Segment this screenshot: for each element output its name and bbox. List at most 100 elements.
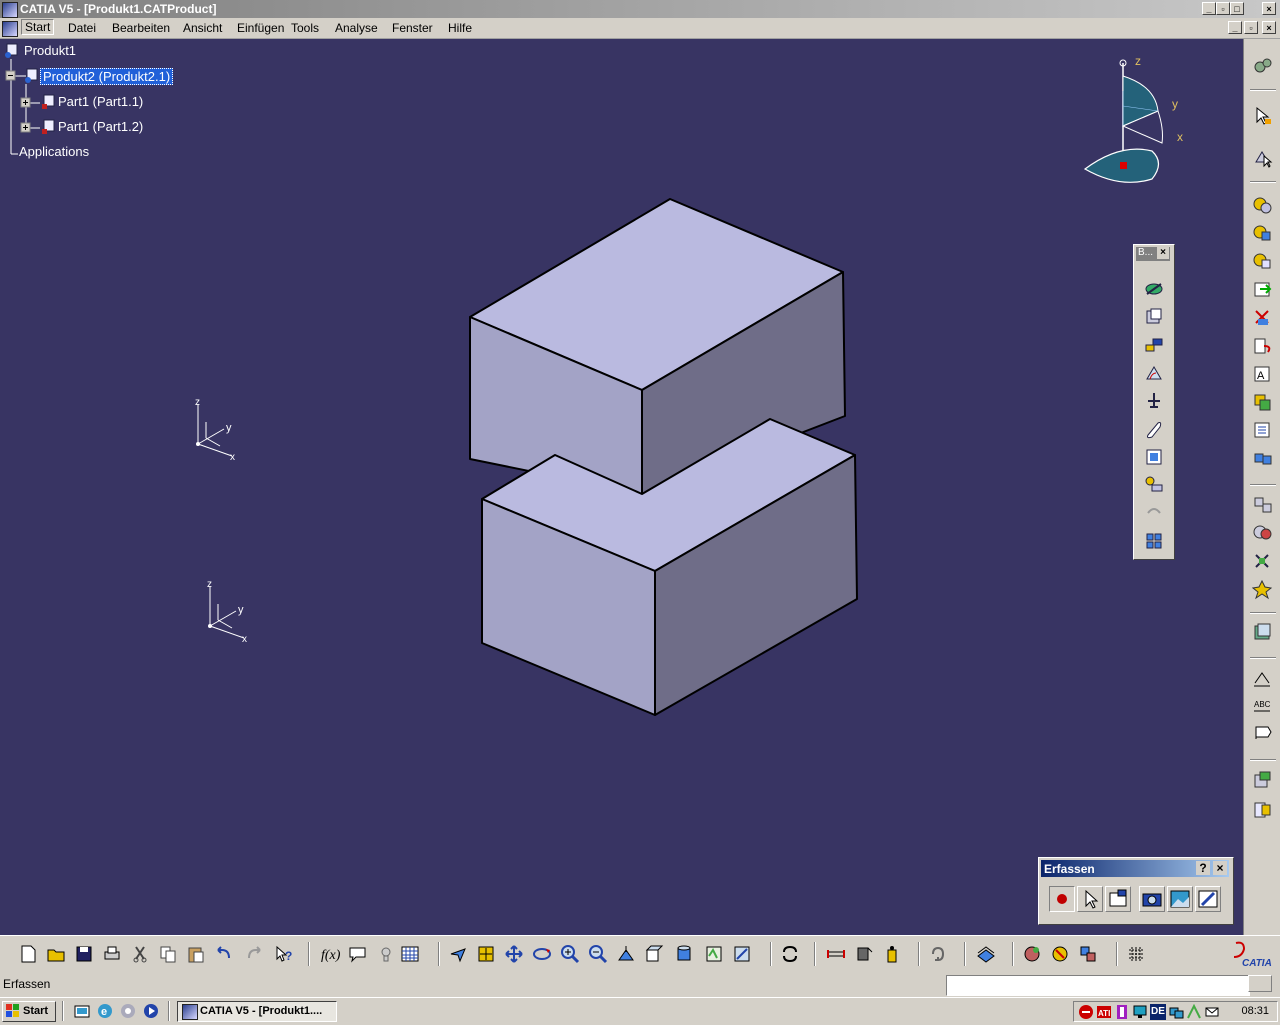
- print-icon[interactable]: [102, 944, 122, 964]
- contact-constraint-icon[interactable]: [1144, 307, 1164, 327]
- select-arrow-icon[interactable]: [1252, 105, 1274, 127]
- command-input[interactable]: [946, 975, 1250, 996]
- floating-toolbar[interactable]: B... ×: [1133, 244, 1175, 560]
- erfassen-panel[interactable]: Erfassen ? ×: [1038, 857, 1234, 925]
- clash-icon[interactable]: [1252, 522, 1274, 544]
- change-constraint-icon[interactable]: [1144, 503, 1164, 523]
- publication-icon[interactable]: [1252, 799, 1274, 821]
- fix-component-icon[interactable]: [1144, 391, 1164, 411]
- gears-icon[interactable]: [1252, 55, 1274, 77]
- internet-explorer-icon[interactable]: e: [97, 1003, 113, 1019]
- whats-this-icon[interactable]: ?: [274, 944, 294, 964]
- menu-hilfe[interactable]: Hilfe: [448, 21, 472, 35]
- media-player-icon[interactable]: [143, 1003, 159, 1019]
- catalog-icon[interactable]: [1252, 769, 1274, 791]
- replace-component-icon[interactable]: [1252, 307, 1274, 329]
- quick-view-icon[interactable]: [644, 944, 664, 964]
- new-file-icon[interactable]: [18, 944, 38, 964]
- minimize-button[interactable]: _: [1202, 2, 1216, 15]
- measure-between-icon[interactable]: [826, 944, 846, 964]
- close-button[interactable]: ×: [1262, 2, 1276, 15]
- apply-material-icon[interactable]: [1022, 944, 1042, 964]
- save-icon[interactable]: [74, 944, 94, 964]
- doc-close-button[interactable]: ×: [1262, 21, 1276, 34]
- doc-minimize-button[interactable]: _: [1228, 21, 1242, 34]
- graph-tree-reorder-icon[interactable]: [1252, 336, 1274, 358]
- text-annotation-icon[interactable]: ABC: [1252, 695, 1274, 717]
- generate-numbering-icon[interactable]: A: [1252, 364, 1274, 386]
- menu-ansicht[interactable]: Ansicht: [183, 21, 222, 35]
- clock[interactable]: 08:31: [1241, 1005, 1269, 1017]
- normal-view-icon[interactable]: [616, 944, 636, 964]
- compass[interactable]: z y x: [1080, 51, 1190, 191]
- knowledge-icon[interactable]: [376, 944, 396, 964]
- 3d-viewport[interactable]: Produkt1 Produkt2 (Produkt2.1) Part1 (Pa…: [0, 39, 1243, 935]
- ati-icon[interactable]: ATI: [1096, 1004, 1112, 1020]
- erfassen-header[interactable]: Erfassen ? ×: [1041, 860, 1229, 877]
- taskbar-item-catia[interactable]: CATIA V5 - [Produkt1....: [177, 1001, 337, 1022]
- language-indicator[interactable]: DE: [1150, 1004, 1166, 1020]
- copy-icon[interactable]: [158, 944, 178, 964]
- doc-restore-button[interactable]: ▫: [1244, 21, 1258, 34]
- start-button[interactable]: Start: [2, 1001, 56, 1022]
- hide-show-icon[interactable]: [704, 944, 724, 964]
- fix-together-icon[interactable]: [1144, 419, 1164, 439]
- erfassen-close-button[interactable]: ×: [1213, 861, 1227, 875]
- menu-bearbeiten[interactable]: Bearbeiten: [112, 21, 170, 35]
- refresh-icon[interactable]: [928, 944, 948, 964]
- shading-icon[interactable]: [674, 944, 694, 964]
- axis-system-2[interactable]: z y x: [202, 576, 262, 646]
- layer-filter-icon[interactable]: [976, 944, 996, 964]
- formula-icon[interactable]: f(x): [320, 944, 340, 964]
- command-input-button[interactable]: [1248, 975, 1272, 992]
- fly-mode-icon[interactable]: [448, 944, 468, 964]
- menu-tools[interactable]: Tools: [291, 21, 319, 35]
- capture-settings-button[interactable]: [1195, 886, 1221, 912]
- outlook-express-icon[interactable]: [120, 1003, 136, 1019]
- render-icon[interactable]: [1050, 944, 1070, 964]
- erfassen-select-button[interactable]: [1077, 886, 1103, 912]
- pan-icon[interactable]: [504, 944, 524, 964]
- floating-toolbar-header[interactable]: B... ×: [1136, 247, 1170, 261]
- move-icon[interactable]: [1252, 148, 1274, 170]
- smart-move-icon[interactable]: [1252, 579, 1274, 601]
- measure-icon[interactable]: [1252, 667, 1274, 689]
- restore-button[interactable]: ▫: [1216, 2, 1230, 15]
- manage-representations-icon[interactable]: [1252, 420, 1274, 442]
- comment-icon[interactable]: [348, 944, 368, 964]
- new-component-icon[interactable]: [1252, 222, 1274, 244]
- catia-app-icon[interactable]: [2, 2, 18, 18]
- multi-instantiation-icon[interactable]: [1252, 448, 1274, 470]
- menu-start[interactable]: Start: [21, 19, 55, 35]
- coincidence-constraint-icon[interactable]: [1144, 279, 1164, 299]
- zoom-out-icon[interactable]: [588, 944, 608, 964]
- mail-icon[interactable]: [1204, 1004, 1220, 1020]
- network-icon[interactable]: [1168, 1004, 1184, 1020]
- sectioning-icon[interactable]: [1252, 622, 1274, 644]
- scene-icon[interactable]: [1078, 944, 1098, 964]
- erfassen-help-button[interactable]: ?: [1196, 861, 1210, 875]
- cut-icon[interactable]: [130, 944, 150, 964]
- maximize-button[interactable]: □: [1230, 2, 1244, 15]
- show-desktop-icon[interactable]: [74, 1003, 90, 1019]
- angle-constraint-icon[interactable]: [1144, 363, 1164, 383]
- explode-icon[interactable]: [1252, 494, 1274, 516]
- open-folder-icon[interactable]: [46, 944, 66, 964]
- erfassen-options-button[interactable]: [1105, 886, 1131, 912]
- reuse-pattern-icon[interactable]: [1144, 531, 1164, 551]
- update-icon[interactable]: [780, 944, 800, 964]
- new-product-icon[interactable]: [1252, 194, 1274, 216]
- offset-constraint-icon[interactable]: [1144, 335, 1164, 355]
- flag-note-icon[interactable]: [1252, 723, 1274, 745]
- redo-icon[interactable]: [244, 944, 264, 964]
- fit-all-icon[interactable]: [476, 944, 496, 964]
- paste-icon[interactable]: [186, 944, 206, 964]
- measure-inertia-icon[interactable]: [882, 944, 902, 964]
- selective-load-icon[interactable]: [1252, 392, 1274, 414]
- undo-icon[interactable]: [214, 944, 234, 964]
- existing-component-icon[interactable]: [1252, 279, 1274, 301]
- menu-datei[interactable]: Datei: [68, 21, 96, 35]
- document-icon[interactable]: [2, 21, 18, 37]
- display-settings-icon[interactable]: [1114, 1004, 1130, 1020]
- axis-system-1[interactable]: z y x: [190, 394, 250, 464]
